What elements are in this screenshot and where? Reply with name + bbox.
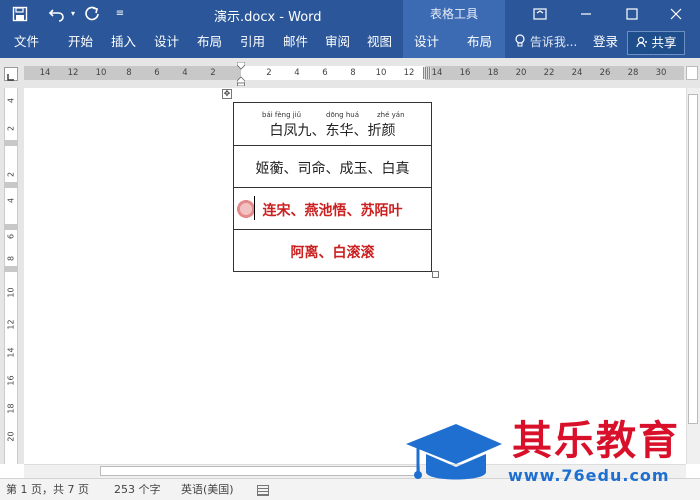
ruler-number: 24 [571,68,583,78]
customize-qat-icon[interactable]: ≡ [114,4,126,24]
vruler-number: 18 [6,403,16,414]
title-bar: ▾ ≡ 演示.docx - Word 表格工具 [0,0,700,28]
ruler-number: 8 [350,68,356,78]
vertical-scrollbar-thumb[interactable] [688,94,698,424]
text-cursor [254,196,255,220]
vruler-number: 16 [6,375,16,386]
ribbon-tab-bar: 文件 开始 插入 设计 布局 引用 邮件 审阅 视图 设计 布局 告诉我... … [0,28,700,58]
share-button[interactable]: 共享 [627,31,685,55]
table-tools-label: 表格工具 [403,0,505,28]
tab-layout[interactable]: 布局 [197,28,222,58]
ruler-number: 14 [431,68,443,78]
indent-marker[interactable] [236,61,246,87]
graduation-cap-icon [404,420,504,490]
click-highlight [236,198,256,220]
vruler-number: 2 [6,125,16,132]
word-window: ▾ ≡ 演示.docx - Word 表格工具 文件 开始 插入 设计 布局 引… [0,0,700,500]
ruler-number: 12 [67,68,79,78]
ruler-number: 22 [543,68,555,78]
language-indicator[interactable]: 英语(美国) [181,482,234,498]
table-cell[interactable]: 连宋、燕池悟、苏陌叶 [234,188,431,230]
ruler-number: 18 [487,68,499,78]
vruler-number: 4 [6,97,16,104]
vruler-number: 6 [6,233,16,240]
tab-home[interactable]: 开始 [68,28,93,58]
cell-text: 连宋、燕池悟、苏陌叶 [262,203,403,219]
table-resize-handle[interactable] [432,271,439,278]
tab-selector[interactable] [4,67,18,81]
vruler-number: 14 [6,347,16,358]
ruler-band [4,266,18,272]
close-icon[interactable] [656,0,696,28]
undo-dropdown-icon[interactable]: ▾ [68,4,78,24]
undo-icon[interactable] [46,4,68,24]
horizontal-scrollbar-thumb[interactable] [100,466,420,476]
ruler-number: 6 [154,68,160,78]
ruler-number: 14 [39,68,51,78]
pinyin-guide: bái fèng jiǔ [262,111,302,119]
person-icon [635,35,652,50]
tab-file[interactable]: 文件 [14,28,39,58]
word-count[interactable]: 253 个字 [114,482,161,498]
ruler-number: 2 [266,68,272,78]
redo-icon[interactable] [82,4,102,24]
name-table[interactable]: bái fèng jiǔ dōng huá zhé yán 白凤九、东华、折颜 … [233,102,432,272]
ruler-number: 26 [599,68,611,78]
watermark-url: www.76edu.com [508,466,670,485]
tab-references[interactable]: 引用 [240,28,265,58]
restore-ribbon-icon[interactable] [520,0,560,28]
minimize-icon[interactable] [566,0,606,28]
table-cell[interactable]: 阿离、白滚滚 [234,230,431,271]
ruler-number: 30 [655,68,667,78]
column-marker[interactable] [423,67,431,79]
pinyin-guide: zhé yán [377,111,405,119]
ruler-number: 12 [403,68,415,78]
vruler-number: 12 [6,319,16,330]
ruler-number: 8 [126,68,132,78]
cell-text: 姬蘅、司命、成玉、白真 [255,161,410,177]
tell-me-label: 告诉我... [529,35,578,49]
pinyin-guide: dōng huá [326,111,359,119]
ruler-band [4,140,18,146]
table-move-handle[interactable]: ✥ [222,89,232,99]
tab-view[interactable]: 视图 [367,28,392,58]
ruler-band [4,182,18,188]
table-cell[interactable]: 姬蘅、司命、成玉、白真 [234,146,431,188]
vruler-number: 4 [6,197,16,204]
tab-review[interactable]: 审阅 [325,28,350,58]
cell-text: 白凤九、东华、折颜 [269,123,396,139]
ruler-number: 16 [459,68,471,78]
tab-table-layout[interactable]: 布局 [467,28,492,58]
cell-text: 阿离、白滚滚 [290,245,375,261]
ruler-number: 10 [95,68,107,78]
save-icon[interactable] [10,4,30,24]
page-count[interactable]: 第 1 页，共 7 页 [6,482,89,498]
ruler-number: 4 [294,68,300,78]
ruler-number: 4 [182,68,188,78]
vruler-number: 2 [6,171,16,178]
ruler-number: 6 [322,68,328,78]
horizontal-ruler-area: 14 12 10 8 6 4 2 2 4 6 8 10 12 14 16 18 … [0,58,700,88]
ruler-number: 2 [210,68,216,78]
tab-table-design[interactable]: 设计 [414,28,439,58]
ruler-toggle-button[interactable] [686,66,698,80]
ruler-number: 28 [627,68,639,78]
tell-me-box[interactable]: 告诉我... [514,28,577,58]
sign-in-link[interactable]: 登录 [593,28,618,58]
tab-insert[interactable]: 插入 [111,28,136,58]
vruler-number: 8 [6,255,16,262]
maximize-icon[interactable] [612,0,652,28]
tab-design[interactable]: 设计 [154,28,179,58]
watermark-brand: 其乐教育 [512,418,680,464]
tab-mailings[interactable]: 邮件 [283,28,308,58]
document-title: 演示.docx - Word [214,10,322,25]
vruler-number: 20 [6,431,16,442]
proofing-icon[interactable] [257,485,269,496]
lightbulb-icon [514,34,530,49]
share-label: 共享 [651,35,677,50]
table-cell[interactable]: bái fèng jiǔ dōng huá zhé yán 白凤九、东华、折颜 [234,103,431,146]
vruler-number: 10 [6,287,16,298]
ruler-number: 10 [375,68,387,78]
ruler-number: 20 [515,68,527,78]
